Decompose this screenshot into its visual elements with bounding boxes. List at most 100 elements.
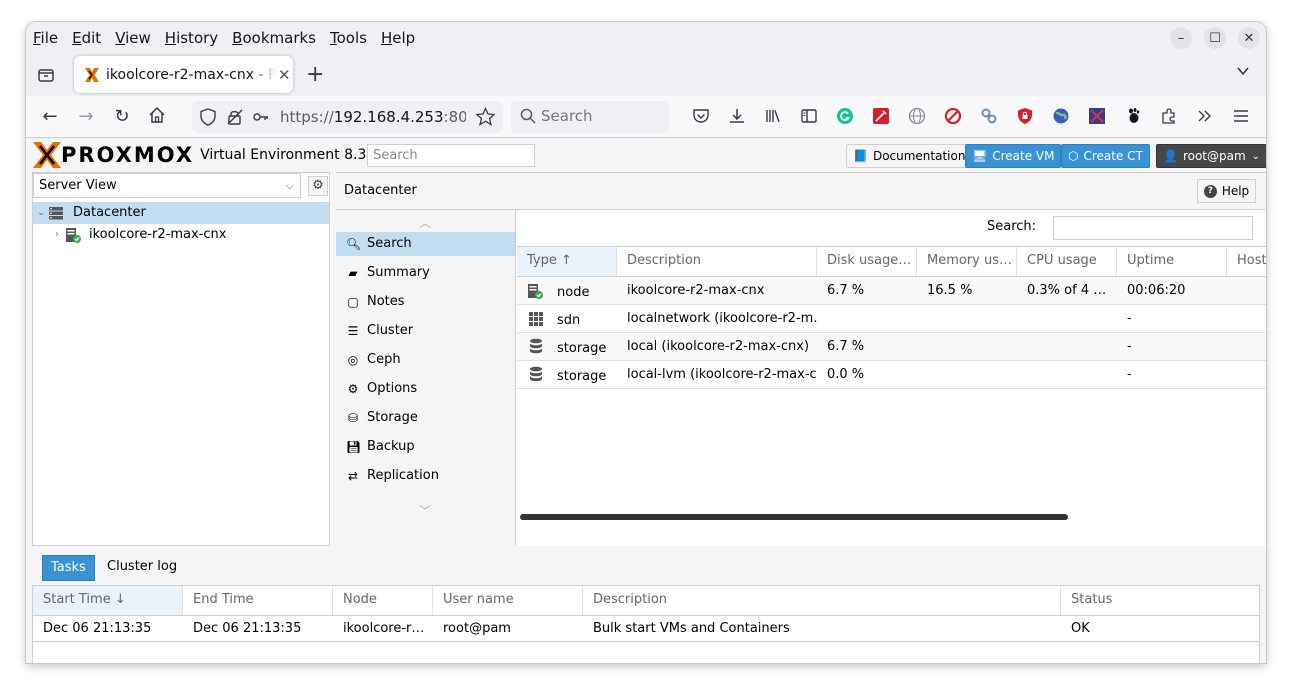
submenu-options[interactable]: ⚙ Options <box>336 377 515 401</box>
tree-item-node[interactable]: › ikoolcore-r2-max-cnx <box>33 224 329 246</box>
globe-icon[interactable] <box>907 107 927 127</box>
proxmox-version: Virtual Environment 8.3.0 <box>200 147 380 163</box>
help-button[interactable]: ? Help <box>1197 179 1256 203</box>
node-online-icon <box>66 228 81 243</box>
search-icon: 🔍︎ <box>346 237 362 251</box>
home-icon[interactable] <box>146 106 168 130</box>
browser-search-input[interactable] <box>541 107 661 125</box>
scroll-up-chevron-icon[interactable]: ︿ <box>419 214 431 231</box>
link-extension-icon[interactable] <box>979 107 999 127</box>
privacy-shield-icon[interactable] <box>1015 107 1035 127</box>
create-ct-button[interactable]: ⬡ Create CT <box>1061 144 1150 168</box>
table-row[interactable]: Dec 06 21:13:35 Dec 06 21:13:35 ikoolcor… <box>32 616 1260 642</box>
table-row[interactable]: sdn localnetwork (ikoolcore-r2-m… - <box>517 305 1266 333</box>
submenu-cluster[interactable]: ☰ Cluster <box>336 319 515 343</box>
url-text[interactable]: https://192.168.4.253:8006 <box>280 108 466 126</box>
url-bar[interactable]: https://192.168.4.253:8006 <box>192 101 503 133</box>
book-icon: ▰ <box>348 266 358 280</box>
shield-icon[interactable] <box>200 108 216 130</box>
forward-icon[interactable]: → <box>75 106 97 128</box>
proxmox-search-input[interactable] <box>367 144 535 167</box>
view-select[interactable]: Server View ⌵ <box>33 173 301 198</box>
column-description[interactable]: Description <box>617 247 817 276</box>
column-status[interactable]: Status <box>1061 586 1259 615</box>
column-description[interactable]: Description <box>583 586 1061 615</box>
tab-cluster-log[interactable]: Cluster log <box>99 555 185 581</box>
menu-file[interactable]: File <box>33 29 58 47</box>
tab-close-icon[interactable]: ✕ <box>278 66 291 84</box>
submenu-storage[interactable]: ⛁ Storage <box>336 406 515 430</box>
bookmark-star-icon[interactable] <box>475 106 496 130</box>
chevron-down-icon: ⌄ <box>1251 150 1261 162</box>
tab-overview-icon[interactable] <box>36 65 56 85</box>
world-extension-icon[interactable] <box>1051 107 1071 127</box>
browser-search-bar[interactable] <box>511 101 669 133</box>
back-icon[interactable]: ← <box>39 106 61 128</box>
insecure-lock-icon[interactable] <box>226 108 244 130</box>
tab-tasks[interactable]: Tasks <box>42 555 95 581</box>
column-start-time[interactable]: Start Time ↓ <box>33 586 183 615</box>
extension-pen-icon[interactable] <box>871 107 891 127</box>
overflow-chevron-icon[interactable] <box>1195 107 1215 127</box>
documentation-button[interactable]: 📘 Documentation <box>846 144 973 168</box>
submenu-summary[interactable]: ▰ Summary <box>336 261 515 285</box>
scroll-down-chevron-icon[interactable]: ﹀ <box>419 502 431 519</box>
minimize-icon[interactable]: – <box>1170 27 1192 49</box>
expand-icon[interactable]: › <box>55 224 59 246</box>
tab-list-chevron-icon[interactable] <box>1236 64 1250 82</box>
column-memory-usage[interactable]: Memory us… <box>917 247 1017 276</box>
collapse-icon[interactable]: ⌄ <box>37 202 45 224</box>
table-row[interactable]: node ikoolcore-r2-max-cnx 6.7 % 16.5 % 0… <box>517 277 1266 305</box>
puzzle-extension-icon[interactable] <box>1087 107 1107 127</box>
column-host[interactable]: Host <box>1227 247 1266 276</box>
gear-icon[interactable]: ⚙ <box>308 176 328 196</box>
horizontal-scrollbar[interactable] <box>520 514 1068 520</box>
gnome-extension-icon[interactable] <box>1123 107 1143 127</box>
downloads-icon[interactable] <box>727 107 747 127</box>
storage-database-icon <box>530 366 542 382</box>
column-cpu-usage[interactable]: CPU usage <box>1017 247 1117 276</box>
key-icon[interactable] <box>252 108 270 130</box>
menu-tools[interactable]: Tools <box>330 29 367 47</box>
storage-database-icon <box>530 338 542 354</box>
resource-grid: Search: Type ↑ Description Disk usage… M… <box>517 210 1266 546</box>
reload-icon[interactable]: ↻ <box>111 106 133 128</box>
hamburger-menu-icon[interactable] <box>1231 107 1251 127</box>
column-type[interactable]: Type ↑ <box>517 247 617 276</box>
new-tab-icon[interactable]: + <box>306 62 324 87</box>
table-row[interactable]: storage local-lvm (ikoolcore-r2-max-c… 0… <box>517 361 1266 389</box>
pocket-icon[interactable] <box>691 107 711 127</box>
grammarly-icon[interactable] <box>835 107 855 127</box>
library-icon[interactable] <box>763 107 783 127</box>
menu-view[interactable]: View <box>115 29 151 47</box>
table-row[interactable]: storage local (ikoolcore-r2-max-cnx) 6.7… <box>517 333 1266 361</box>
menu-edit[interactable]: Edit <box>72 29 101 47</box>
book-icon: 📘 <box>853 149 868 163</box>
ceph-icon: ◎ <box>347 353 359 367</box>
tab-proxmox[interactable]: ikoolcore-r2-max-cnx - Proxmox Virtual E… <box>74 56 293 93</box>
extensions-icon[interactable] <box>1159 107 1179 127</box>
block-icon[interactable] <box>943 107 963 127</box>
column-uptime[interactable]: Uptime <box>1117 247 1227 276</box>
datacenter-submenu: ︿ 🔍︎ Search ▰ Summary ▢ Notes ☰ Cluster ◎ Cep… <box>336 210 516 546</box>
menu-bookmarks[interactable]: Bookmarks <box>232 29 316 47</box>
create-vm-button[interactable]: 🖥 Create VM <box>965 144 1062 168</box>
menu-history[interactable]: History <box>165 29 218 47</box>
tree-item-datacenter[interactable]: ⌄ Datacenter <box>33 202 329 224</box>
grid-search-input[interactable] <box>1053 216 1253 240</box>
node-online-icon <box>528 284 543 299</box>
column-node[interactable]: Node <box>333 586 433 615</box>
column-user-name[interactable]: User name <box>433 586 583 615</box>
submenu-search[interactable]: 🔍︎ Search <box>336 232 515 256</box>
column-end-time[interactable]: End Time <box>183 586 333 615</box>
submenu-ceph[interactable]: ◎ Ceph <box>336 348 515 372</box>
close-window-icon[interactable]: ✕ <box>1238 27 1260 49</box>
user-menu-button[interactable]: 👤 root@pam ⌄ <box>1156 144 1266 168</box>
submenu-notes[interactable]: ▢ Notes <box>336 290 515 314</box>
submenu-backup[interactable]: 💾︎ Backup <box>336 435 515 459</box>
maximize-icon[interactable]: ☐ <box>1204 27 1226 49</box>
column-disk-usage[interactable]: Disk usage… <box>817 247 917 276</box>
submenu-replication[interactable]: ⇄ Replication <box>336 464 515 488</box>
menu-help[interactable]: Help <box>381 29 415 47</box>
sidebar-icon[interactable] <box>799 107 819 127</box>
